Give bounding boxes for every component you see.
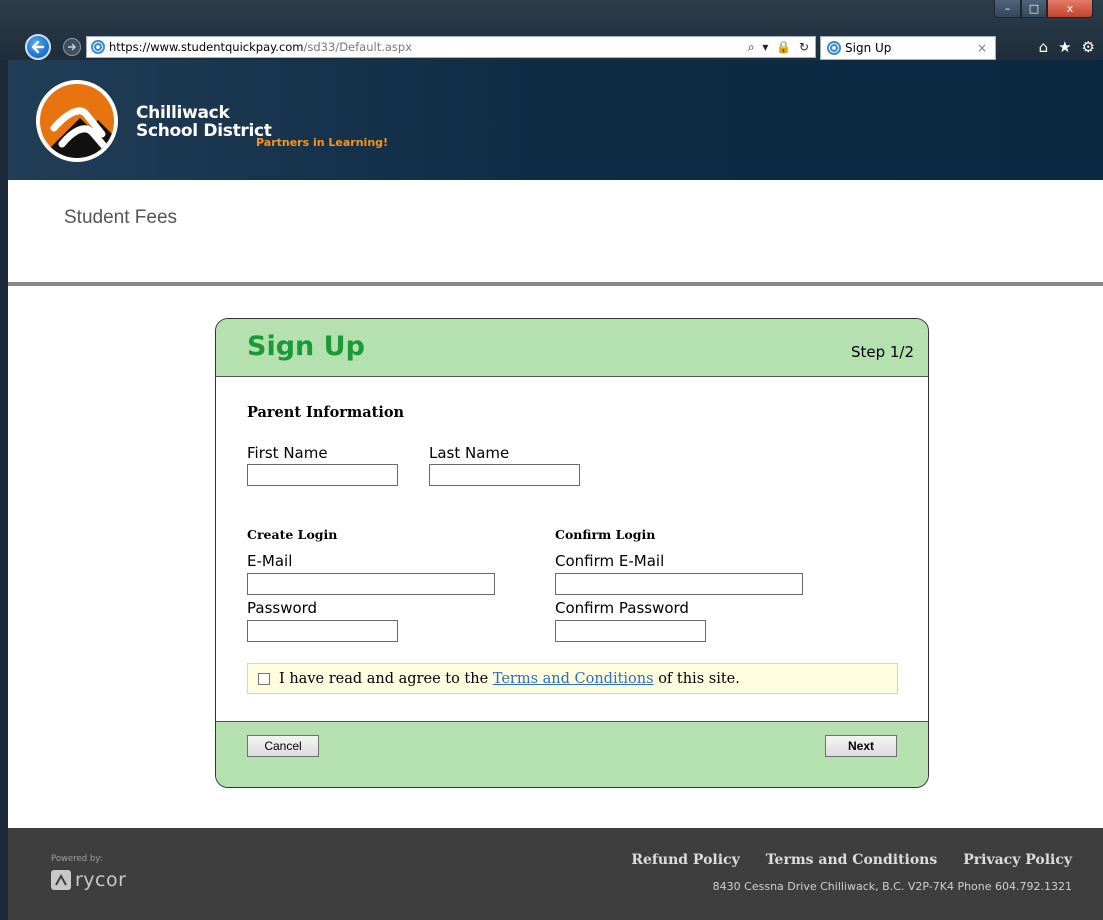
- confirm-password-input[interactable]: [555, 620, 706, 642]
- signup-card-header: Sign Up Step 1/2: [216, 319, 928, 377]
- arrow-left-icon: [31, 40, 45, 54]
- home-icon[interactable]: ⌂: [1039, 38, 1049, 56]
- rycor-wordmark: rycor: [75, 869, 127, 891]
- maximize-button[interactable]: □: [1021, 0, 1047, 18]
- next-button[interactable]: Next: [825, 735, 897, 757]
- privacy-policy-link[interactable]: Privacy Policy: [963, 852, 1072, 868]
- district-name: Chilliwack School District: [136, 104, 272, 140]
- address-bar[interactable]: https:// www.studentquickpay.com /sd33/D…: [86, 36, 816, 58]
- last-name-label: Last Name: [429, 444, 510, 462]
- district-logo-icon: [50, 107, 114, 158]
- footer-links: Refund Policy Terms and Conditions Priva…: [631, 852, 1072, 868]
- forward-button[interactable]: [63, 38, 81, 56]
- close-window-button[interactable]: x: [1047, 0, 1093, 18]
- confirm-login-heading: Confirm Login: [555, 527, 656, 542]
- signup-title: Sign Up: [247, 331, 365, 362]
- ie-page-icon: [91, 40, 105, 54]
- url-scheme: https://: [109, 40, 151, 54]
- url-path: /sd33/Default.aspx: [303, 40, 413, 54]
- terms-conditions-link[interactable]: Terms and Conditions: [766, 852, 938, 868]
- confirm-email-input[interactable]: [555, 573, 803, 595]
- parent-info-heading: Parent Information: [247, 404, 405, 421]
- browser-right-icons: ⌂ ★ ⚙: [1039, 38, 1095, 56]
- email-label: E-Mail: [247, 552, 293, 570]
- terms-suffix-text: of this site.: [658, 670, 740, 687]
- tab-close-icon[interactable]: ×: [977, 41, 987, 55]
- page-title: Student Fees: [64, 207, 178, 228]
- district-tagline: Partners in Learning!: [256, 136, 389, 149]
- confirm-password-label: Confirm Password: [555, 599, 689, 617]
- first-name-label: First Name: [247, 444, 328, 462]
- browser-chrome: – □ x https:// www.studentquickpay.com /…: [0, 0, 1103, 60]
- settings-gear-icon[interactable]: ⚙: [1082, 38, 1095, 56]
- footer-address: 8430 Cessna Drive Chilliwack, B.C. V2P-7…: [712, 880, 1072, 893]
- terms-checkbox[interactable]: [258, 672, 270, 685]
- browser-toolbar: https:// www.studentquickpay.com /sd33/D…: [0, 34, 1103, 60]
- tab-sign-up[interactable]: Sign Up ×: [820, 36, 996, 60]
- minimize-button[interactable]: –: [994, 0, 1021, 18]
- favorites-star-icon[interactable]: ★: [1058, 38, 1071, 56]
- confirm-email-label: Confirm E-Mail: [555, 552, 665, 570]
- cancel-button[interactable]: Cancel: [247, 735, 319, 757]
- section-divider: [8, 282, 1103, 286]
- address-bar-tools-icon[interactable]: ⌕ ▾ 🔒 ↻: [748, 40, 811, 55]
- refund-policy-link[interactable]: Refund Policy: [631, 852, 739, 868]
- ie-tab-icon: [827, 41, 841, 55]
- rycor-mark-icon: [51, 870, 71, 890]
- terms-prefix-text: I have read and agree to the: [279, 670, 489, 687]
- window-controls: – □ x: [994, 0, 1093, 18]
- url-host: www.studentquickpay.com: [150, 40, 304, 54]
- rycor-logo[interactable]: rycor: [51, 869, 126, 891]
- window-left-edge: [0, 60, 8, 920]
- powered-by-label: Powered by:: [51, 854, 103, 864]
- district-logo: [36, 80, 118, 162]
- terms-link[interactable]: Terms and Conditions: [493, 671, 654, 687]
- signup-card-footer: Cancel Next: [216, 721, 928, 787]
- signup-step-indicator: Step 1/2: [850, 343, 914, 361]
- first-name-input[interactable]: [247, 464, 398, 486]
- arrow-right-icon: [68, 43, 76, 51]
- password-label: Password: [247, 599, 318, 617]
- last-name-input[interactable]: [429, 464, 580, 486]
- create-login-heading: Create Login: [247, 527, 338, 542]
- district-name-line2: School District: [136, 121, 272, 141]
- site-footer: Powered by: rycor Refund Policy Terms an…: [8, 828, 1103, 920]
- back-button[interactable]: [25, 34, 51, 60]
- tab-title: Sign Up: [845, 41, 892, 55]
- signup-form-card: Sign Up Step 1/2 Parent Information Firs…: [215, 318, 929, 788]
- email-input[interactable]: [247, 573, 495, 595]
- password-input[interactable]: [247, 620, 398, 642]
- site-header: Chilliwack School District Partners in L…: [8, 60, 1103, 180]
- terms-agreement: I have read and agree to the Terms and C…: [247, 663, 898, 694]
- district-name-line1: Chilliwack: [136, 103, 230, 123]
